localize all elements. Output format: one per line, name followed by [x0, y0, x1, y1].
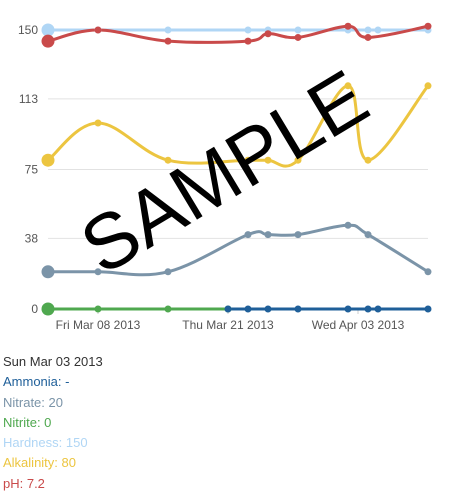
info-row: Nitrite: 0: [3, 414, 52, 430]
y-tick-label: 38: [25, 231, 39, 245]
hardness-point[interactable]: [364, 26, 372, 34]
info-row: Ammonia: -: [3, 374, 70, 390]
alkalinity-point[interactable]: [364, 156, 372, 164]
x-tick-label: Thu Mar 21 2013: [182, 318, 274, 332]
y-tick-label: 113: [19, 92, 38, 106]
line-chart: 0 38 75 113 150 Fri Mar 08 2013 Thu Mar 21 20…: [18, 22, 432, 332]
ph-point[interactable]: [94, 26, 102, 34]
y-tick-label: 75: [25, 163, 39, 177]
nitrate-point[interactable]: [264, 231, 272, 239]
ammonia-point[interactable]: [364, 305, 372, 313]
ph-point[interactable]: [264, 30, 272, 38]
hover-info-panel: Sun Mar 03 2013 Ammonia: - Nitrate: 20 Nit…: [3, 352, 103, 494]
ph-point[interactable]: [244, 37, 252, 45]
info-rows: Ammonia: - Nitrate: 20 Nitrite: 0 Hardness:…: [3, 372, 103, 494]
nitrate-point[interactable]: [294, 231, 302, 239]
nitrite-point[interactable]: [164, 305, 172, 313]
x-axis: Fri Mar 08 2013 Thu Mar 21 2013 Wed Apr 03…: [56, 309, 405, 332]
ph-point[interactable]: [364, 33, 372, 41]
info-date: Sun Mar 03 2013: [3, 354, 103, 369]
ammonia-point[interactable]: [344, 305, 352, 313]
info-row: Nitrate: 20: [3, 394, 63, 410]
alkalinity-point[interactable]: [41, 153, 55, 167]
nitrate-point[interactable]: [364, 231, 372, 239]
y-axis: 0 38 75 113 150: [18, 23, 38, 316]
x-tick-label: Wed Apr 03 2013: [312, 318, 405, 332]
hardness-point[interactable]: [374, 26, 382, 34]
ammonia-point[interactable]: [294, 305, 302, 313]
ph-point[interactable]: [344, 22, 352, 30]
nitrate-point[interactable]: [164, 268, 172, 276]
ph-point[interactable]: [41, 34, 55, 48]
nitrate-point[interactable]: [41, 265, 55, 279]
hardness-point[interactable]: [164, 26, 172, 34]
ph-point[interactable]: [164, 37, 172, 45]
nitrite-point[interactable]: [94, 305, 102, 313]
nitrite-point[interactable]: [41, 302, 55, 316]
hardness-point[interactable]: [244, 26, 252, 34]
nitrate-point[interactable]: [244, 231, 252, 239]
y-tick-label: 0: [31, 302, 38, 316]
ph-point[interactable]: [294, 33, 302, 41]
alkalinity-point[interactable]: [94, 119, 102, 127]
ph-point[interactable]: [424, 22, 432, 30]
hardness-point[interactable]: [41, 23, 55, 37]
ammonia-point[interactable]: [224, 305, 232, 313]
ammonia-point[interactable]: [264, 305, 272, 313]
y-tick-label: 150: [18, 23, 38, 37]
info-row: pH: 7.2: [3, 475, 45, 491]
ammonia-point[interactable]: [424, 305, 432, 313]
nitrate-point[interactable]: [344, 221, 352, 229]
nitrate-point[interactable]: [424, 268, 432, 276]
x-tick-label: Fri Mar 08 2013: [56, 318, 141, 332]
sample-watermark: SAMPLE: [66, 53, 383, 291]
hardness-point[interactable]: [294, 26, 302, 34]
alkalinity-point[interactable]: [424, 82, 432, 90]
ammonia-point[interactable]: [244, 305, 252, 313]
ammonia-point[interactable]: [374, 305, 382, 313]
info-row: Hardness: 150: [3, 435, 88, 451]
info-row: Alkalinity: 80: [3, 455, 76, 471]
